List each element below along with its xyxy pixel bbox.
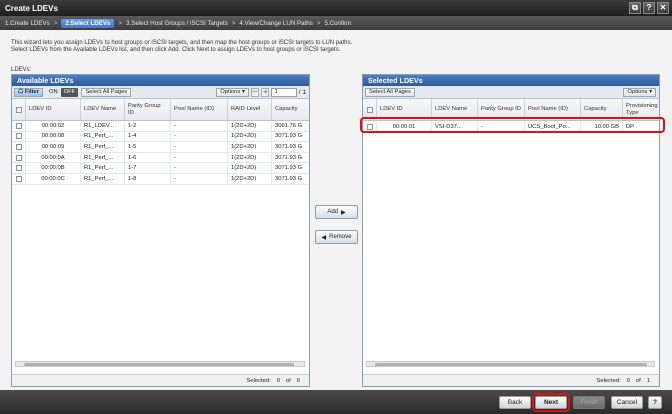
prev-page-icon[interactable]: ◀ [260,88,269,97]
selected-pager: Options ▾ [623,88,656,97]
row-checkbox[interactable] [15,122,22,129]
chevron-down-icon: ▾ [649,89,652,95]
selected-options-button[interactable]: Options ▾ [623,88,656,97]
selected-select-all-button[interactable]: Select All Pages [365,87,415,97]
available-select-all-checkbox[interactable] [15,106,22,113]
col-raid-level[interactable]: RAID Level [228,99,272,120]
back-button[interactable]: Back [499,396,531,409]
filter-icon: ☖ [18,88,24,95]
row-checkbox[interactable] [15,165,22,172]
available-ldevs-panel: Available LDEVs ☖ Filter ON OFF Select A… [11,74,310,387]
available-hscrollbar[interactable] [15,361,305,367]
table-row[interactable]: 00:00:08 R1_Perf_... 1-4 - 1(2D+2D) 3071… [12,131,309,143]
filter-toggle[interactable]: ON OFF [46,87,79,97]
table-row[interactable]: 00:00:0C R1_Perf_... 1-8 - 1(2D+2D) 3071… [12,173,309,185]
col-ldev-id[interactable]: LDEV ID [26,99,81,120]
arrow-right-icon: ▶ [341,209,346,216]
table-row[interactable]: 00:00:09 R1_Perf_... 1-5 - 1(2D+2D) 3071… [12,142,309,153]
window-title: Create LDEVs [5,3,58,13]
table-row[interactable]: 00:00:02 R1_LDEV... 1-2 - 1(2D+2D) 3061.… [12,121,309,132]
selected-ldevs-title: Selected LDEVs [363,75,659,86]
col-parity-group[interactable]: Parity Group ID [125,99,171,120]
selected-toolbar: Select All Pages Options ▾ [363,86,659,99]
next-button-highlight [532,393,570,412]
available-ldevs-title: Available LDEVs [12,75,309,86]
col-pool-name[interactable]: Pool Name (ID) [171,99,228,120]
cancel-button[interactable]: Cancel [611,396,643,409]
row-checkbox[interactable] [15,133,22,140]
first-page-icon[interactable]: ⏮ [250,88,259,97]
arrow-left-icon: ◀ [321,234,327,241]
help-button[interactable]: ? [648,396,662,409]
filter-on[interactable]: ON [46,88,61,97]
filter-button[interactable]: ☖ Filter [14,87,44,97]
col-ldev-name[interactable]: LDEV Name [81,99,125,120]
finish-button: Finish [573,396,605,409]
restore-icon[interactable]: ⧉ [629,2,641,14]
row-checkbox[interactable] [15,143,22,150]
page-number-input[interactable]: 1 [270,88,297,97]
remove-button[interactable]: ◀ Remove [315,230,358,244]
wizard-description: This wizard lets you assign LDEVs to hos… [11,40,353,54]
wizard-content: This wizard lets you assign LDEVs to hos… [0,30,672,390]
selected-select-all-checkbox[interactable] [366,106,373,113]
row-checkbox[interactable] [15,154,22,161]
step-create-ldevs: 1.Create LDEVs [5,19,50,27]
selected-hscrollbar[interactable] [366,361,655,367]
filter-off[interactable]: OFF [60,87,79,97]
help-icon[interactable]: ? [643,2,655,14]
add-button[interactable]: Add ▶ [315,205,358,219]
available-options-button[interactable]: Options ▾ [216,88,249,97]
window-titlebar: Create LDEVs ⧉ ? ✕ [0,0,672,16]
wizard-footer-bar: Back Next Finish Cancel ? [0,390,672,414]
selected-footer: Selected: 0 of 1 [363,374,659,386]
step-view-lun-paths: 4.View/Change LUN Paths [239,19,313,27]
step-select-host-groups: 3.Select Host Groups / iSCSI Targets [126,19,228,27]
available-footer: Selected: 0 of 6 [12,374,309,386]
available-select-all-button[interactable]: Select All Pages [81,87,132,97]
available-table-header: LDEV ID LDEV Name Parity Group ID Pool N… [12,99,309,121]
chevron-down-icon: ▾ [241,89,245,95]
row-checkbox[interactable] [15,175,22,182]
table-row[interactable]: 00:00:0B R1_Perf_... 1-7 - 1(2D+2D) 3071… [12,163,309,174]
wizard-steps: 1.Create LDEVs > 2.Select LDEVs > 3.Sele… [0,16,672,30]
table-row[interactable]: 00:00:0A R1_Perf_... 1-6 - 1(2D+2D) 3071… [12,152,309,164]
close-icon[interactable]: ✕ [657,2,669,14]
ldevs-label: LDEVs: [11,67,32,73]
selected-row-highlight [360,117,665,133]
page-total: / 1 [298,89,306,96]
available-pager: Options ▾ ⏮ ◀ 1 / 1 [216,88,306,97]
col-capacity[interactable]: Capacity [272,99,309,120]
available-toolbar: ☖ Filter ON OFF Select All Pages Options… [12,86,309,99]
step-confirm: 5.Confirm [324,19,352,27]
step-select-ldevs: 2.Select LDEVs [61,18,115,28]
available-table-body: 00:00:02 R1_LDEV... 1-2 - 1(2D+2D) 3061.… [12,121,309,185]
